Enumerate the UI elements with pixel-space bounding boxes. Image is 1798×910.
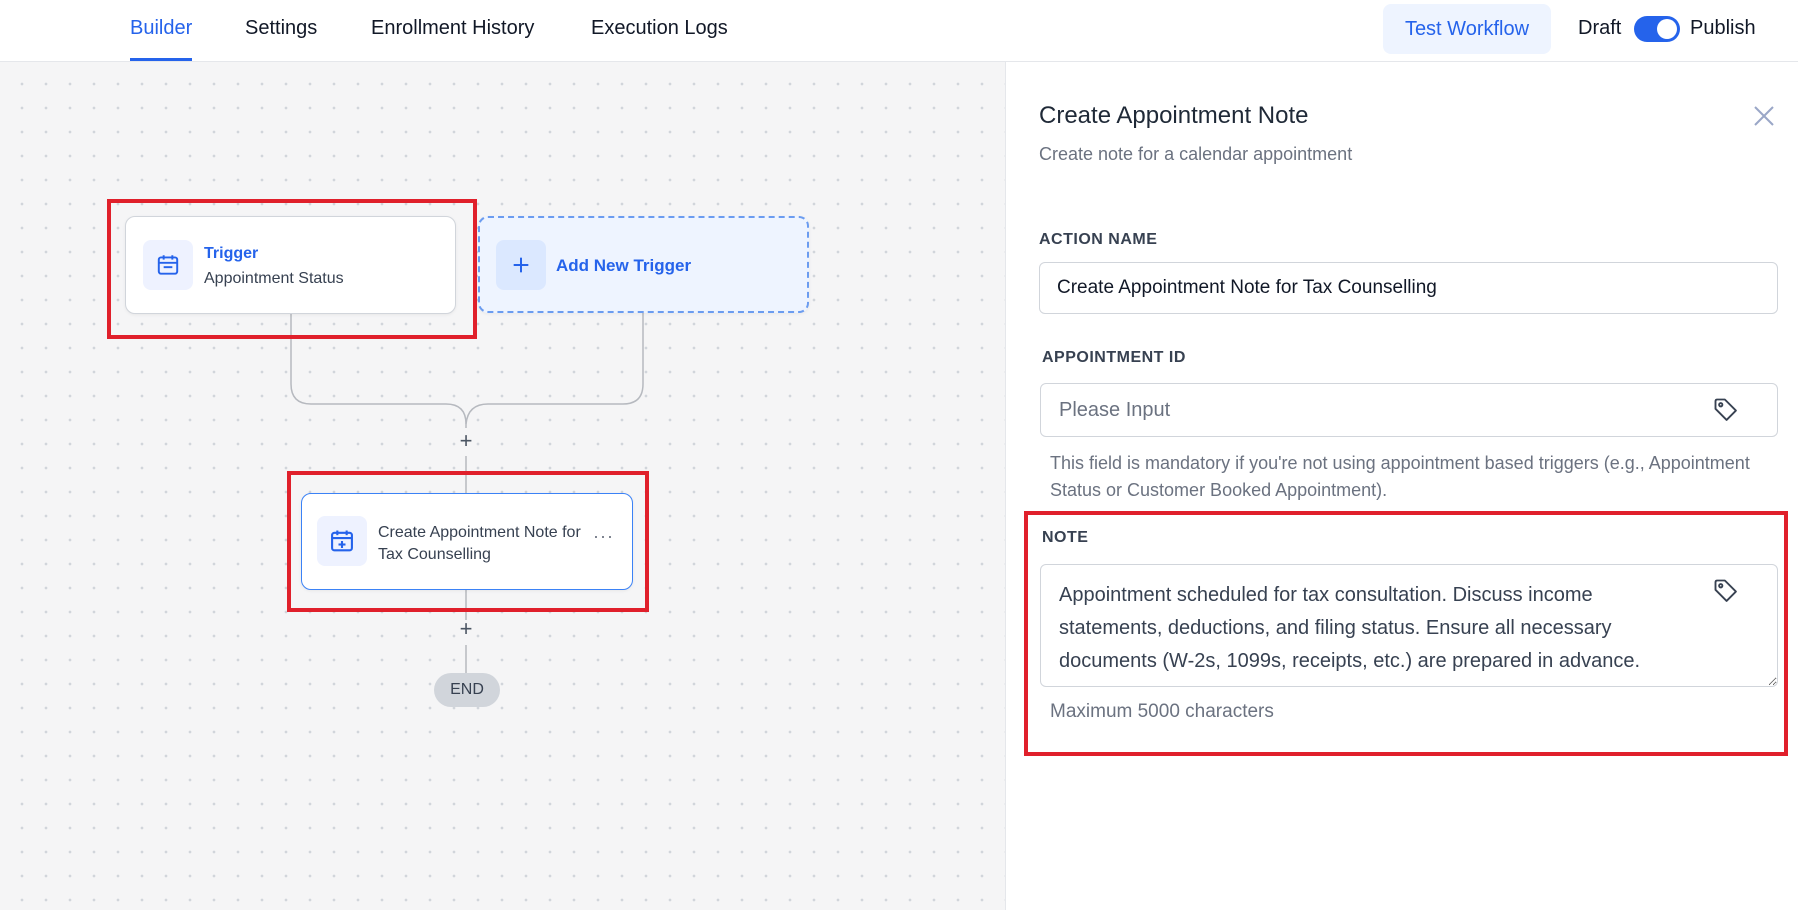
end-node: END bbox=[434, 673, 500, 707]
action-name-input[interactable] bbox=[1039, 262, 1778, 314]
publish-label: Publish bbox=[1690, 17, 1756, 39]
add-step-button[interactable]: + bbox=[456, 430, 476, 452]
panel-description: Create note for a calendar appointment bbox=[1039, 144, 1353, 164]
tab-enrollment-history[interactable]: Enrollment History bbox=[371, 0, 534, 61]
add-step-button-bottom[interactable]: + bbox=[456, 618, 476, 640]
tab-execution-logs[interactable]: Execution Logs bbox=[591, 0, 728, 61]
workflow-canvas[interactable] bbox=[0, 62, 1006, 910]
tag-icon-note[interactable] bbox=[1712, 577, 1740, 605]
add-new-trigger-button[interactable]: Add New Trigger bbox=[478, 216, 809, 313]
appointment-id-input[interactable] bbox=[1040, 383, 1778, 437]
calendar-icon bbox=[143, 240, 193, 290]
test-workflow-button[interactable]: Test Workflow bbox=[1383, 4, 1551, 54]
note-textarea[interactable]: Appointment scheduled for tax consultati… bbox=[1040, 564, 1778, 687]
note-label: NOTE bbox=[1042, 529, 1089, 546]
close-icon[interactable] bbox=[1750, 102, 1778, 130]
panel-title: Create Appointment Note bbox=[1039, 102, 1309, 129]
note-character-limit: Maximum 5000 characters bbox=[1050, 701, 1274, 722]
appointment-id-help: This field is mandatory if you're not us… bbox=[1050, 453, 1750, 500]
trigger-title: Trigger bbox=[204, 245, 259, 262]
tab-settings[interactable]: Settings bbox=[245, 0, 317, 61]
trigger-node[interactable]: Trigger Appointment Status bbox=[125, 216, 456, 314]
calendar-plus-icon bbox=[317, 516, 367, 566]
action-node[interactable]: Create Appointment Note for Tax Counsell… bbox=[301, 493, 633, 590]
tag-icon[interactable] bbox=[1712, 396, 1740, 424]
toggle-knob bbox=[1657, 19, 1677, 39]
publish-toggle[interactable] bbox=[1634, 16, 1680, 42]
appointment-id-label: APPOINTMENT ID bbox=[1042, 349, 1186, 366]
draft-label: Draft bbox=[1578, 17, 1622, 39]
action-settings-panel: Create Appointment Note Create note for … bbox=[1007, 62, 1798, 910]
add-new-trigger-label: Add New Trigger bbox=[556, 256, 692, 275]
action-name-label: ACTION NAME bbox=[1039, 231, 1158, 248]
tab-builder[interactable]: Builder bbox=[130, 0, 193, 61]
top-bar: Builder Settings Enrollment History Exec… bbox=[0, 0, 1798, 62]
action-node-label: Create Appointment Note for Tax Counsell… bbox=[378, 524, 581, 563]
more-options-icon[interactable]: ··· bbox=[593, 526, 614, 547]
plus-icon bbox=[496, 240, 546, 290]
trigger-subtitle: Appointment Status bbox=[204, 270, 344, 287]
